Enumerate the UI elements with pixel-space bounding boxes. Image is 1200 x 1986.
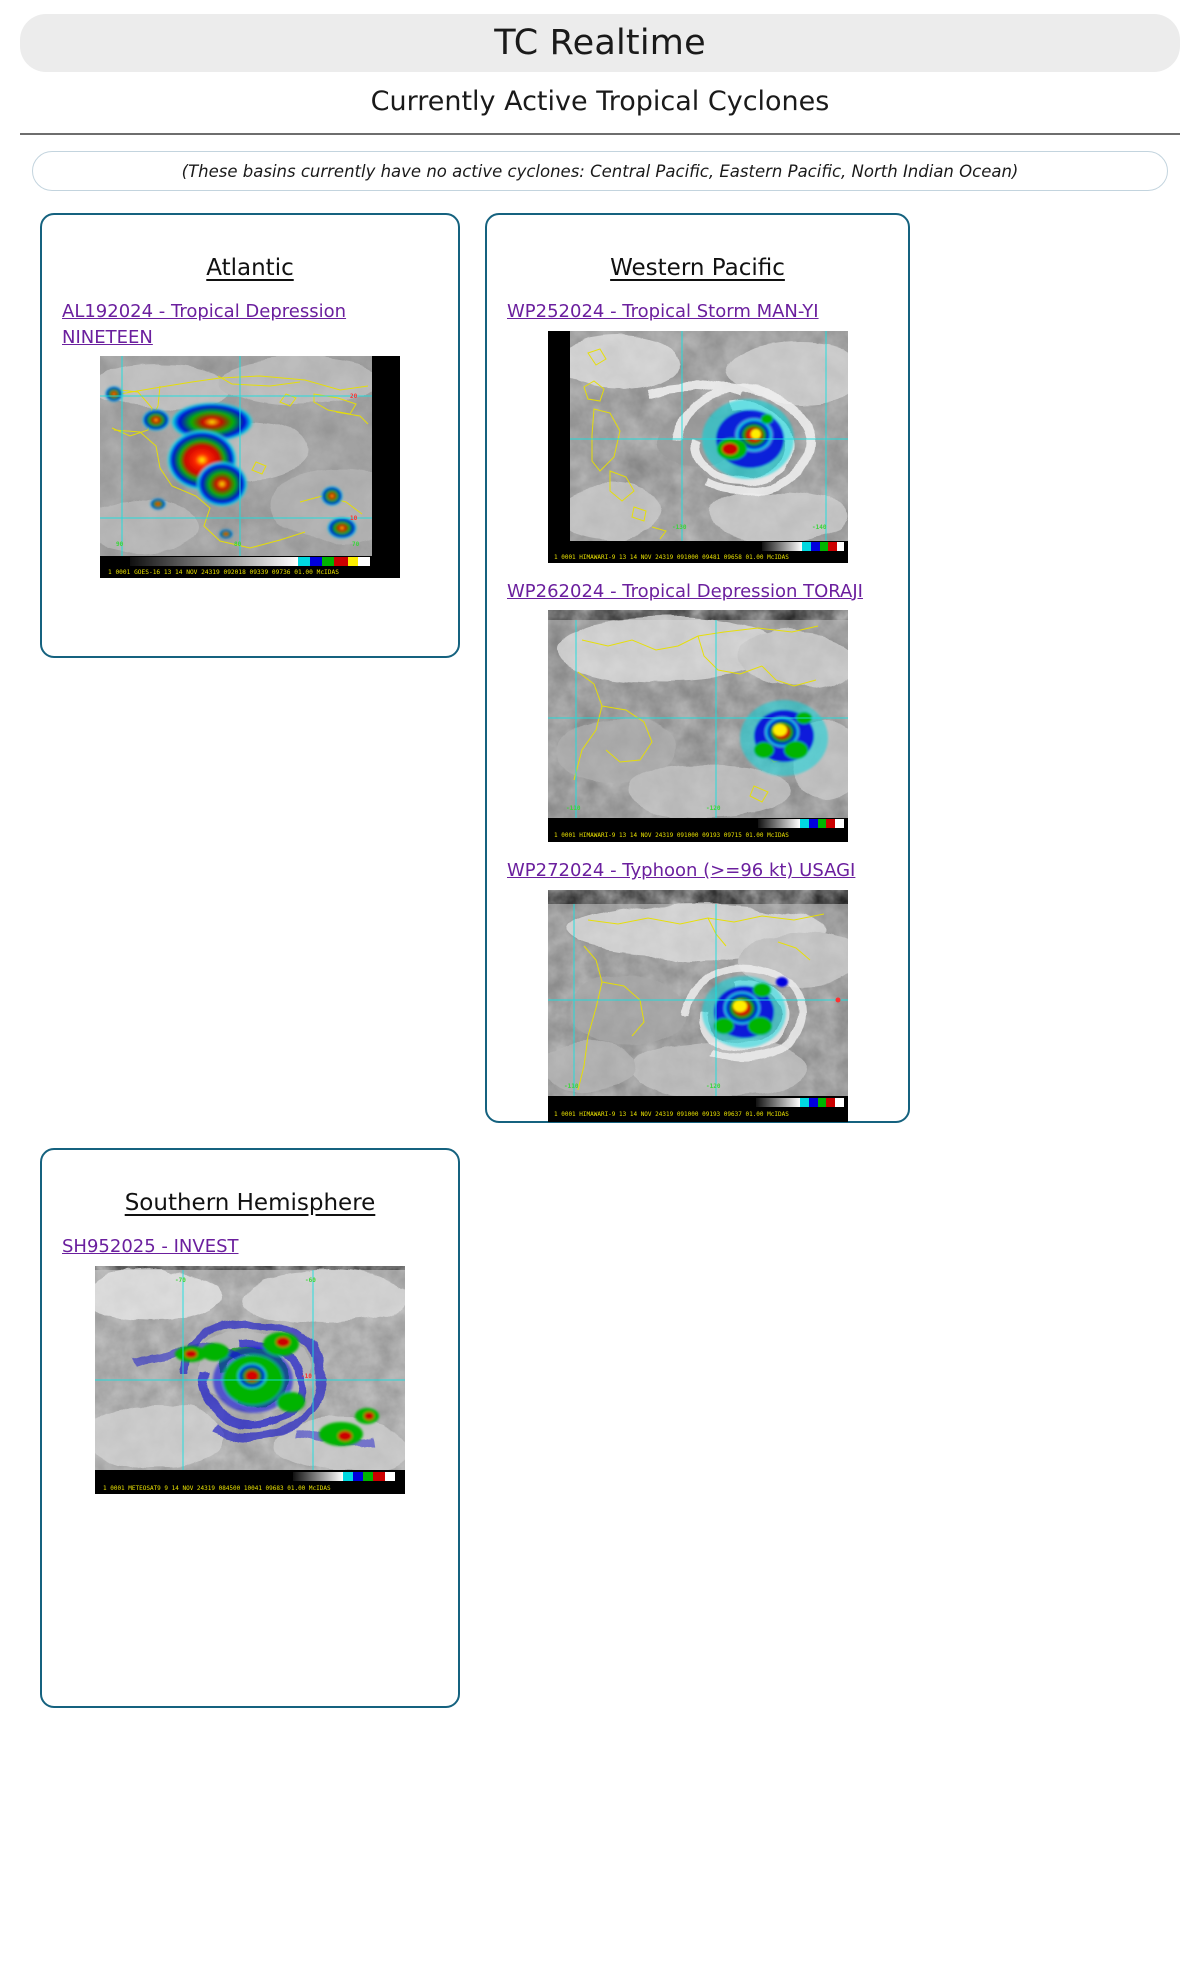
storm-entry-sh952025: SH952025 - INVEST -70 -60 -10 1 0001 MET… bbox=[42, 1234, 458, 1494]
svg-text:-130: -130 bbox=[672, 524, 687, 531]
storm-entry-al192024: AL192024 - Tropical Depression NINETEEN bbox=[42, 299, 458, 579]
satellite-image-wp272024[interactable]: -110 -120 1 0001 HIMAWARI-9 13 14 NOV 24… bbox=[547, 889, 848, 1122]
basin-heading-atlantic: Atlantic bbox=[206, 255, 294, 281]
storm-image-holder-wp262024: -110 -120 1 0001 HIMAWARI-9 13 14 NOV 24… bbox=[507, 610, 888, 843]
svg-text:-140: -140 bbox=[812, 524, 827, 531]
svg-text:70: 70 bbox=[352, 541, 360, 548]
storm-entry-wp262024: WP262024 - Tropical Depression TORAJI -1… bbox=[487, 579, 908, 843]
svg-text:-110: -110 bbox=[566, 805, 581, 812]
image-caption-wp262024: 1 0001 HIMAWARI-9 13 14 NOV 24319 091000… bbox=[554, 832, 789, 839]
storm-image-holder-al192024: 20 10 90 80 70 1 0001 GOES-16 13 14 NOV … bbox=[62, 356, 438, 579]
svg-text:-10: -10 bbox=[301, 1373, 312, 1380]
basin-panel-western-pacific: Western Pacific WP252024 - Tropical Stor… bbox=[485, 213, 910, 1123]
image-caption-wp272024: 1 0001 HIMAWARI-9 13 14 NOV 24319 091000… bbox=[554, 1111, 789, 1118]
storm-link-sh952025[interactable]: SH952025 - INVEST bbox=[62, 1234, 438, 1260]
image-caption-al192024: 1 0001 GOES-16 13 14 NOV 24319 092018 09… bbox=[108, 569, 339, 576]
page-subtitle: Currently Active Tropical Cyclones bbox=[370, 86, 830, 117]
svg-text:-60: -60 bbox=[305, 1277, 316, 1284]
basin-heading-sh: Southern Hemisphere bbox=[124, 1190, 376, 1216]
svg-text:-110: -110 bbox=[564, 1083, 579, 1090]
storm-link-al192024[interactable]: AL192024 - Tropical Depression NINETEEN bbox=[62, 299, 438, 350]
storm-center-marker bbox=[835, 997, 840, 1003]
satellite-image-wp252024[interactable]: -130 -140 1 0001 HIMAWARI-9 13 14 NOV 24… bbox=[547, 330, 848, 563]
svg-text:-120: -120 bbox=[706, 1083, 721, 1090]
inactive-basins-note: (These basins currently have no active c… bbox=[32, 151, 1168, 191]
basin-heading-wpac: Western Pacific bbox=[610, 255, 785, 281]
storm-link-wp252024[interactable]: WP252024 - Tropical Storm MAN-YI bbox=[507, 299, 888, 325]
storm-entry-wp252024: WP252024 - Tropical Storm MAN-YI -130 -1… bbox=[487, 299, 908, 563]
app-title-banner: TC Realtime bbox=[20, 14, 1180, 72]
basin-panel-southern-hemisphere: Southern Hemisphere SH952025 - INVEST -7… bbox=[40, 1148, 460, 1708]
svg-text:20: 20 bbox=[350, 393, 358, 400]
storm-image-holder-wp272024: -110 -120 1 0001 HIMAWARI-9 13 14 NOV 24… bbox=[507, 889, 888, 1122]
image-caption-sh952025: 1 0001 METEOSAT9 9 14 NOV 24319 084500 1… bbox=[103, 1485, 331, 1492]
page-header: TC Realtime Currently Active Tropical Cy… bbox=[0, 0, 1200, 191]
svg-text:80: 80 bbox=[234, 541, 242, 548]
satellite-image-al192024[interactable]: 20 10 90 80 70 1 0001 GOES-16 13 14 NOV … bbox=[100, 356, 400, 579]
basin-panel-atlantic: Atlantic AL192024 - Tropical Depression … bbox=[40, 213, 460, 658]
storm-image-holder-wp252024: -130 -140 1 0001 HIMAWARI-9 13 14 NOV 24… bbox=[507, 330, 888, 563]
storm-core bbox=[739, 700, 828, 777]
svg-text:10: 10 bbox=[350, 515, 358, 522]
svg-text:-120: -120 bbox=[706, 805, 721, 812]
storm-entry-wp272024: WP272024 - Typhoon (>=96 kt) USAGI -110 … bbox=[487, 858, 908, 1122]
satellite-image-wp262024[interactable]: -110 -120 1 0001 HIMAWARI-9 13 14 NOV 24… bbox=[547, 610, 848, 843]
basin-panels-container: Atlantic AL192024 - Tropical Depression … bbox=[0, 213, 1200, 1723]
image-caption-wp252024: 1 0001 HIMAWARI-9 13 14 NOV 24319 091000… bbox=[554, 554, 789, 561]
satellite-image-sh952025[interactable]: -70 -60 -10 1 0001 METEOSAT9 9 14 NOV 24… bbox=[95, 1265, 405, 1494]
storm-link-wp262024[interactable]: WP262024 - Tropical Depression TORAJI bbox=[507, 579, 888, 605]
page-title: TC Realtime bbox=[494, 23, 706, 63]
inactive-basins-note-text: (These basins currently have no active c… bbox=[181, 161, 1019, 181]
svg-text:90: 90 bbox=[116, 541, 124, 548]
storm-link-wp272024[interactable]: WP272024 - Typhoon (>=96 kt) USAGI bbox=[507, 858, 888, 884]
storm-image-holder-sh952025: -70 -60 -10 1 0001 METEOSAT9 9 14 NOV 24… bbox=[62, 1265, 438, 1494]
image-colorbar bbox=[547, 1095, 848, 1122]
svg-text:-70: -70 bbox=[175, 1277, 186, 1284]
header-divider bbox=[20, 133, 1180, 135]
